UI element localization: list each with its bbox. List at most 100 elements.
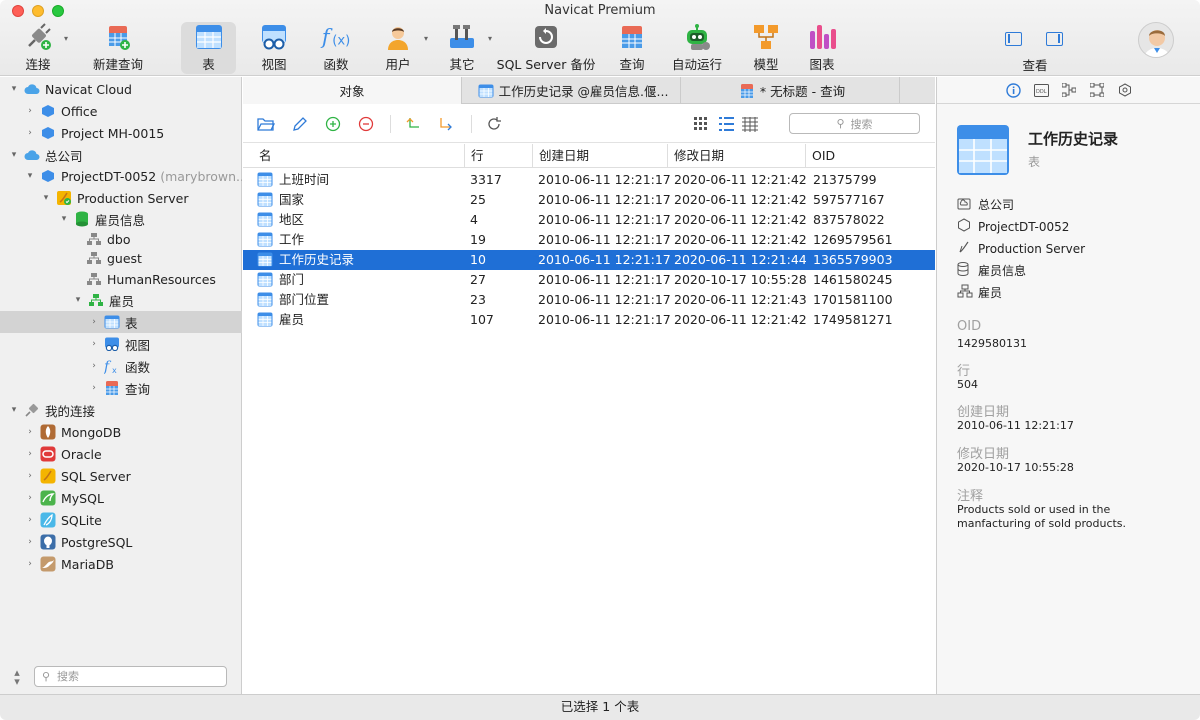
refresh-button[interactable] [483,113,505,135]
avatar[interactable] [1138,22,1174,58]
user-button[interactable]: ▾ 用户 [378,22,428,74]
chart-button[interactable]: 图表 [802,22,842,74]
others-label: 其它 [449,57,475,72]
chevron-down-icon[interactable]: ▾ [72,295,84,305]
chevron-right-icon[interactable]: › [88,361,100,371]
sidebar-item-functions[interactable]: › fx 函数 [0,355,242,377]
table-button[interactable]: 表 [181,22,236,74]
sidebar-item-schema-humanresources[interactable]: HumanResources [0,268,242,290]
sidebar-item-postgresql[interactable]: › PostgreSQL [0,531,242,553]
grid-view-icon[interactable] [690,113,712,135]
detail-view-icon[interactable] [739,113,761,135]
sidebar-search-input[interactable]: ⚲ 搜索 [34,666,227,687]
left-panel-toggle-icon[interactable] [1005,32,1022,46]
sidebar-item-mariadb[interactable]: › MariaDB [0,553,242,575]
chevron-right-icon[interactable]: › [24,493,36,503]
delete-table-button[interactable] [355,113,377,135]
sidebar-item-headquarters[interactable]: ▾ 总公司 [0,144,242,166]
chevron-down-icon[interactable]: ▾ [488,34,492,43]
sidebar-item-label: 查询 [125,381,151,397]
column-header-name[interactable]: 名 [243,144,464,168]
sidebar-item-mongodb[interactable]: › MongoDB [0,421,242,443]
sidebar-item-projectdt-0052[interactable]: ▾ ProjectDT-0052 (marybrown... [0,165,242,187]
table-row[interactable]: 工作 19 2010-06-11 12:21:17 2020-06-11 12:21:… [243,230,935,250]
chevron-down-icon[interactable]: ▾ [24,171,36,181]
sidebar-item-label: 视图 [125,337,151,353]
chevron-right-icon[interactable]: › [24,515,36,525]
view-button[interactable]: 视图 [254,22,294,74]
sidebar-item-sqlserver[interactable]: › SQL Server [0,465,242,487]
new-query-button[interactable]: 新建查询 [88,22,148,74]
sidebar-item-sqlite[interactable]: › SQLite [0,509,242,531]
table-cell-modified: 2020-06-11 12:21:42 [674,212,807,227]
chevron-right-icon[interactable]: › [88,383,100,393]
sidebar-item-mysql[interactable]: › MySQL [0,487,242,509]
automation-button[interactable]: 自动运行 [670,22,724,74]
chevron-right-icon[interactable]: › [24,537,36,547]
object-search-input[interactable]: ⚲ 搜索 [789,113,920,134]
sidebar-item-oracle[interactable]: › Oracle [0,443,242,465]
sidebar-item-views[interactable]: › 视图 [0,333,242,355]
chevron-right-icon[interactable]: › [24,427,36,437]
export-button[interactable] [436,113,458,135]
dependency-icon[interactable] [1061,82,1077,98]
function-button[interactable]: f (x) 函数 [316,22,356,74]
column-header-modified[interactable]: 修改日期 [667,144,805,168]
chevron-down-icon[interactable]: ▾ [58,214,70,224]
new-table-button[interactable] [322,113,344,135]
sidebar-item-queries[interactable]: › 查询 [0,377,242,399]
tab-table-history[interactable]: 工作历史记录 @雇员信息.偃... [462,77,681,104]
ddl-icon[interactable]: DDL [1033,82,1049,98]
sidebar-item-my-connections[interactable]: ▾ 我的连接 [0,399,242,421]
sidebar-item-schema-employee[interactable]: ▾ 雇员 [0,289,242,311]
chevron-right-icon[interactable]: › [24,471,36,481]
info-icon[interactable] [1005,82,1021,98]
chevron-down-icon[interactable]: ▾ [424,34,428,43]
column-header-oid[interactable]: OID [805,144,935,168]
chevron-right-icon[interactable]: › [24,106,36,116]
table-row[interactable]: 国家 25 2010-06-11 12:21:17 2020-06-11 12:21:… [243,190,935,210]
table-row[interactable]: 工作历史记录 10 2010-06-11 12:21:17 2020-06-11 12… [243,250,935,270]
query-button[interactable]: 查询 [612,22,652,74]
chevron-right-icon[interactable]: › [88,339,100,349]
chevron-right-icon[interactable]: › [24,128,36,138]
table-row[interactable]: 上班时间 3317 2010-06-11 12:21:17 2020-06-11 12… [243,170,935,190]
chevron-down-icon[interactable]: ▾ [40,193,52,203]
chevron-down-icon[interactable]: ▾ [8,405,20,415]
right-panel-toggle-icon[interactable] [1046,32,1063,46]
table-row[interactable]: 雇员 107 2010-06-11 12:21:17 2020-06-11 12:21… [243,310,935,330]
list-view-icon[interactable] [715,113,737,135]
chevron-right-icon[interactable]: › [24,559,36,569]
tab-untitled-query[interactable]: * 无标题 - 查询 [681,77,900,104]
sqlserver-backup-button[interactable]: SQL Server 备份 [497,22,595,74]
sidebar-item-office[interactable]: › Office [0,100,242,122]
sidebar-item-tables[interactable]: › 表 [0,311,242,333]
chevron-down-icon[interactable]: ▾ [8,84,20,94]
model-button[interactable]: 模型 [746,22,786,74]
tab-objects[interactable]: 对象 [243,77,462,104]
import-button[interactable] [403,113,425,135]
connect-button[interactable]: ▾ 连接 [18,22,68,74]
table-icon [104,314,120,330]
open-table-button[interactable] [255,113,277,135]
sidebar-item-navicat-cloud[interactable]: ▾ Navicat Cloud [0,78,242,100]
chevron-down-icon[interactable]: ▾ [8,150,20,160]
structure-icon[interactable] [1089,82,1105,98]
chevron-down-icon[interactable]: ▾ [64,34,68,43]
chevron-right-icon[interactable]: › [88,317,100,327]
chevron-right-icon[interactable]: › [24,449,36,459]
hexagon-settings-icon[interactable] [1117,82,1133,98]
column-header-rows[interactable]: 行 [464,144,532,168]
table-row[interactable]: 地区 4 2010-06-11 12:21:17 2020-06-11 12:21:4… [243,210,935,230]
table-row[interactable]: 部门 27 2010-06-11 12:21:17 2020-10-17 10:55:… [243,270,935,290]
sidebar-item-project-mh-0015[interactable]: › Project MH-0015 [0,122,242,144]
sidebar-item-label: ProjectDT-0052 [61,168,157,184]
sidebar-item-schema-guest[interactable]: guest [0,247,242,269]
table-row[interactable]: 部门位置 23 2010-06-11 12:21:17 2020-06-11 12:2… [243,290,935,310]
sort-toggle-icon[interactable]: ▴ ▾ [12,667,22,687]
others-button[interactable]: ▾ 其它 [442,22,492,74]
column-header-created[interactable]: 创建日期 [532,144,667,168]
sidebar-item-employee-db[interactable]: ▾ 雇员信息 [0,208,242,230]
design-table-button[interactable] [289,113,311,135]
sidebar-item-production-server[interactable]: ▾ Production Server [0,187,242,209]
